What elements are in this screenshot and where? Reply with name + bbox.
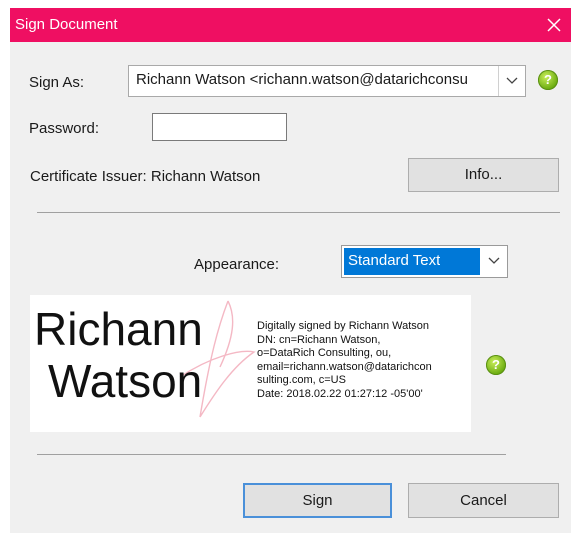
info-button[interactable]: Info... (408, 158, 559, 192)
appearance-help-icon[interactable]: ? (486, 355, 506, 375)
sign-button[interactable]: Sign (243, 483, 392, 518)
separator-bottom (37, 454, 506, 455)
sign-as-value: Richann Watson <richann.watson@datarichc… (136, 71, 468, 88)
password-field[interactable] (152, 113, 287, 141)
appearance-label: Appearance: (194, 256, 280, 273)
dialog-title: Sign Document (15, 16, 118, 33)
title-bar: Sign Document (10, 8, 571, 42)
cancel-button[interactable]: Cancel (408, 483, 559, 518)
appearance-select[interactable]: Standard Text (341, 245, 508, 278)
close-icon[interactable] (543, 14, 565, 36)
signature-detail-line: Digitally signed by Richann Watson (257, 320, 430, 332)
password-label: Password: (29, 120, 100, 137)
signature-preview: Richann Watson Digitally signed by Richa… (30, 295, 471, 432)
signature-detail-line: sulting.com, c=US (257, 374, 346, 387)
certificate-issuer-text: Certificate Issuer: Richann Watson (30, 168, 261, 185)
signature-name-line1: Richann (34, 303, 203, 355)
sign-document-dialog: Sign Document Sign As: Richann Watson <r… (10, 8, 571, 533)
sign-as-help-icon[interactable]: ? (538, 70, 558, 90)
chevron-down-icon (488, 257, 500, 264)
signature-detail-line: DN: cn=Richann Watson, (257, 333, 381, 346)
signature-detail-line: email=richann.watson@datarichcon (257, 360, 432, 373)
signature-detail-line: Date: 2018.02.22 01:27:12 -05'00' (257, 387, 423, 400)
signature-details: Digitally signed by Richann Watson DN: c… (257, 320, 432, 402)
signature-detail-line: o=DataRich Consulting, ou, (257, 347, 392, 360)
chevron-down-icon (498, 66, 518, 96)
appearance-value: Standard Text (348, 252, 441, 269)
sign-as-label: Sign As: (29, 74, 85, 91)
signature-name-line2: Watson (48, 355, 203, 407)
separator-top (37, 212, 560, 213)
sign-as-select[interactable]: Richann Watson <richann.watson@datarichc… (128, 65, 526, 97)
